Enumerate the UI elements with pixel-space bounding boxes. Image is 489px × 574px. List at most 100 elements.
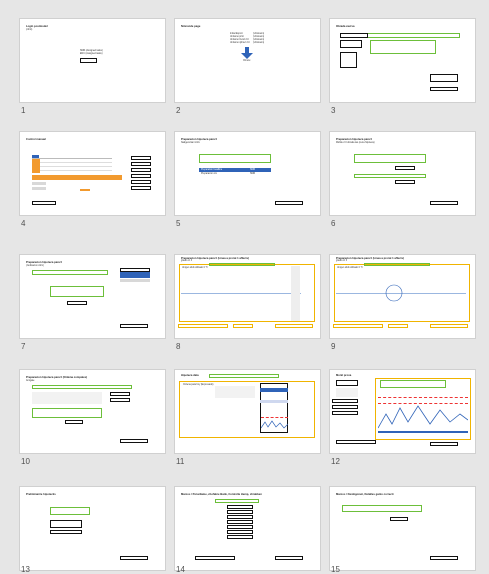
slide-subtitle: (Judicacion citrix) — [26, 264, 44, 267]
chart-label: Unigen slidi utilizado 0 Tl — [337, 267, 363, 269]
slide-subtitle: Amigate — [26, 379, 35, 382]
label-box — [110, 398, 130, 402]
note-box — [199, 154, 271, 163]
note-box — [354, 174, 426, 178]
note-box — [50, 507, 90, 515]
field — [32, 187, 46, 190]
timeline-bar — [378, 431, 468, 433]
list-row — [227, 530, 253, 534]
label-box — [65, 420, 83, 424]
note-box — [430, 324, 468, 328]
slide-number: 9 — [331, 342, 336, 351]
slide-canvas: Hipoteca data Ordena para hoy (Expresado… — [175, 370, 320, 453]
label-box — [332, 399, 358, 403]
slide-canvas: Preparacion hipoteca para 0 (Linea a pro… — [330, 255, 475, 338]
note-box — [233, 324, 253, 328]
button — [80, 189, 90, 191]
slide-number: 5 — [176, 219, 181, 228]
highlight-cell — [32, 159, 40, 173]
slide-canvas: Preparacion hipoteca para 0 Mobile 2.0 o… — [330, 132, 475, 215]
slide-title: Hipoteca data — [181, 374, 199, 377]
slide-number: 4 — [21, 219, 26, 228]
slide-number: 1 — [21, 106, 26, 115]
label-box — [430, 201, 458, 205]
form-panel — [336, 388, 358, 397]
slide-title: Marcos / Pensiliame, chofabre Bank, Cont… — [181, 493, 262, 496]
slide-value: (Unknown) — [253, 42, 265, 44]
slide-button-label: Obnovi — [243, 60, 251, 62]
label-box — [50, 530, 82, 534]
line-chart — [261, 420, 288, 429]
slide-subtitle: (citrix) — [26, 28, 33, 31]
scrollbar-track[interactable] — [482, 0, 489, 573]
label-box — [430, 556, 458, 560]
list-row — [227, 535, 253, 539]
slide-number: 10 — [21, 457, 30, 466]
list-row — [227, 510, 253, 514]
axis-line — [181, 293, 301, 294]
note-box — [32, 408, 102, 418]
note-box — [380, 380, 446, 388]
slide-title: Marcos / Desbigoraci, Detalles ganto cor… — [336, 493, 394, 496]
slide-number: 7 — [21, 342, 26, 351]
slide-number: 11 — [176, 457, 185, 466]
note-box — [50, 286, 104, 297]
table-cell: Preparacion ctx — [201, 172, 217, 175]
note-box — [364, 263, 430, 266]
threshold-line — [378, 397, 468, 398]
slide-canvas: Marcos / Desbigoraci, Detalles ganto cor… — [330, 487, 475, 570]
slide-subtitle: Nadgenvitani citrix — [181, 141, 200, 144]
label-box — [332, 411, 358, 415]
table-line — [40, 166, 112, 167]
slide-box — [80, 58, 97, 63]
slide-number: 2 — [176, 106, 181, 115]
line-chart — [378, 405, 468, 429]
label-box — [131, 162, 151, 166]
slide-canvas: Login postmodel (citrix) SMR (Assigned t… — [20, 19, 165, 102]
slide-title: Preliminarrie hipoteciis — [26, 493, 56, 496]
slide-number: 3 — [331, 106, 336, 115]
slide-title: Obrada zavrsa — [336, 25, 355, 28]
label-box — [340, 33, 368, 38]
label-box — [32, 201, 56, 205]
list-row — [227, 520, 253, 524]
slide-canvas: Preparacion hipoteca para 0 (Ordena comp… — [20, 370, 165, 453]
slide-line: Unitarno njihovi 2.0 — [230, 42, 250, 44]
note-box — [354, 154, 426, 163]
highlight-row — [32, 175, 122, 180]
label-box — [340, 40, 362, 48]
table-line — [40, 170, 112, 171]
label-box — [430, 87, 458, 91]
label-box — [67, 301, 87, 305]
axis-panel — [291, 266, 300, 321]
dropdown-item — [260, 400, 288, 403]
slide-subtitle: Ordena para hoy (Expresado) — [183, 384, 214, 386]
label-box — [390, 517, 408, 521]
slide-canvas: Preparacion hipoteca para 0 (Linea a pro… — [175, 255, 320, 338]
table-row — [120, 279, 150, 282]
slide-subtitle: Mobile 2.0 obrada tas (cena hipoteca) — [336, 141, 375, 144]
label-box — [430, 442, 458, 446]
form-panel — [32, 392, 102, 404]
slide-canvas: Ninnonde page Initial Export Unitarno pr… — [175, 19, 320, 102]
note-box — [275, 324, 313, 328]
note-box — [209, 374, 279, 378]
label-box — [120, 324, 148, 328]
label-box — [340, 52, 357, 68]
label-box — [395, 180, 415, 184]
label-box — [131, 180, 151, 184]
slide-title: Monit prova — [336, 374, 352, 377]
label-box — [120, 439, 148, 443]
form-panel — [215, 386, 255, 398]
chart-label: Unigen slidi utilizado 0 Tl — [182, 267, 208, 269]
label-box — [131, 156, 151, 160]
field — [32, 182, 46, 185]
down-arrow-icon — [241, 47, 253, 59]
note-box — [388, 324, 408, 328]
slide-canvas: Preparacion hipoteca para 0 (Judicacion … — [20, 255, 165, 338]
slide-subtitle: grado ori 3 — [336, 260, 347, 262]
list-row — [227, 505, 253, 509]
slide-number: 8 — [176, 342, 181, 351]
slide-number: 12 — [331, 457, 340, 466]
list-row — [227, 525, 253, 529]
